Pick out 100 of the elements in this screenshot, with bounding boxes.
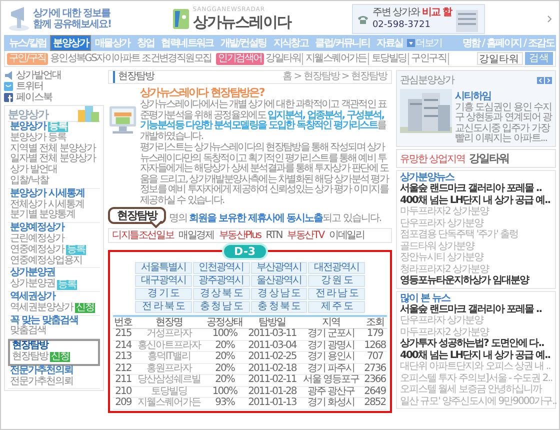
menu-link[interactable]: 상가 발언대 xyxy=(10,165,58,176)
news-link[interactable]: 오피스텔 투자 주의보]서울 - 수도권 2.. xyxy=(400,372,552,384)
table-cell: 경기 용인시 xyxy=(299,352,363,363)
keyword-link[interactable]: 지웰스퀘어가든 xyxy=(305,52,370,64)
news-link[interactable]: 청라프라자2 상가분양 xyxy=(400,264,489,275)
menu-link[interactable]: 연중예정상가 xyxy=(10,244,64,256)
region-button[interactable]: 경 상 북 도 xyxy=(192,288,250,300)
region-button[interactable]: 부산광역시 xyxy=(250,262,308,274)
menu-link[interactable]: 분기별 분양통계 xyxy=(10,210,76,222)
news-link[interactable]: 400채 넘는 LH단지 내 상가 공급 예.. xyxy=(400,350,550,361)
site-link[interactable]: 홍신아트프라자 xyxy=(133,340,204,352)
closing-text: 명의 회원을 보유한 제휴사에 동시노출되고 있습니다. xyxy=(169,213,381,224)
logo-text[interactable]: 상가뉴스레이다 xyxy=(192,13,291,32)
news-link[interactable]: 서울숲 랜드마크 갤러리아 포레몰 .. xyxy=(400,183,542,194)
table-cell: 경기 군포시 xyxy=(299,328,363,340)
job-link[interactable]: 용인성복GS자이아파트 조건변경직원모집 xyxy=(50,52,212,64)
ad-banner[interactable]: 유망한 상업지역 강일타워 xyxy=(396,149,556,168)
callout-tail-icon xyxy=(150,221,162,228)
site-link[interactable]: 홍원프라자 xyxy=(133,363,204,374)
news-link[interactable]: 영등포뉴타운지하상가 임대분양 xyxy=(400,275,528,286)
listing-link[interactable]: 시티하임 xyxy=(455,89,552,103)
news-link[interactable]: 서울숲 랜드마크 갤러리아 포레몰 .. xyxy=(400,304,542,315)
menu-link[interactable]: 현장탐방 xyxy=(12,352,48,363)
social-link[interactable]: 트위터 xyxy=(4,81,104,92)
table-cell: 100% xyxy=(204,328,246,340)
table-cell: 2011-02-18 xyxy=(245,363,300,374)
nav-tab[interactable]: 분양상가 xyxy=(50,35,91,51)
ad-banner[interactable]: 주변 상가와 비교 할 02-598-3721 xyxy=(352,4,486,34)
menu-link[interactable]: 근린예정상가 xyxy=(10,234,64,245)
partner-logo[interactable]: 부동산TV xyxy=(287,230,324,241)
keyword-link[interactable]: 강일타워 xyxy=(266,52,304,64)
tag: 등록 xyxy=(66,245,86,256)
menu-link[interactable]: 역세권분양상가 xyxy=(10,302,73,314)
section-link[interactable]: 분양예정상가 xyxy=(10,223,64,234)
social-link[interactable]: 상가발언대 xyxy=(4,70,104,81)
table-cell: 2011-01-13 xyxy=(245,398,300,409)
section-link[interactable]: 역세권상가 xyxy=(10,292,55,303)
partner-logo[interactable]: RTN xyxy=(266,230,282,241)
region-button[interactable]: 경 기 도 xyxy=(135,288,192,300)
section-link[interactable]: 분양상가 xyxy=(10,122,46,133)
news-link[interactable]: 골드타워 상가분양 xyxy=(400,240,474,252)
partner-logo[interactable]: 이데일리 xyxy=(328,230,364,241)
region-button[interactable]: 인천광역시 xyxy=(192,262,250,274)
news-link[interactable]: 단우프라자 상가분양 xyxy=(400,218,484,229)
region-button[interactable]: 제 주 도 xyxy=(308,301,365,313)
region-button[interactable]: 전 라 북 도 xyxy=(135,301,192,313)
section-link[interactable]: 전문가추천의뢰 xyxy=(10,366,73,377)
region-button[interactable]: 대전광역시 xyxy=(308,262,365,274)
menu-link[interactable]: 지역별 전체 분양상가 xyxy=(10,144,96,154)
site-link[interactable]: 당산삼성쉐르빌 xyxy=(133,374,204,386)
menu-link[interactable]: 입찰/낙찰 xyxy=(10,176,48,187)
news-link[interactable]: 장안뉴시티 상가분양 xyxy=(400,252,484,264)
section-link[interactable]: 꼭 맞는 맞춤검색 xyxy=(10,316,78,326)
search-field[interactable]: 강일타워 xyxy=(477,52,523,65)
phone-number: 02-598-3721 xyxy=(372,19,432,31)
partner-logo[interactable]: 매일경제 xyxy=(178,230,214,241)
news-link[interactable]: 오피스텔 월세 보증금 안녕하십니까 xyxy=(400,384,542,396)
menu-link[interactable]: 전문가추천의뢰 xyxy=(10,376,73,388)
site-link[interactable]: 흥덕IT밸리 xyxy=(133,352,204,363)
region-button[interactable]: 서울특별시 xyxy=(135,262,192,274)
menu-link[interactable]: 맞춤검색 xyxy=(10,326,46,338)
section-link[interactable]: 현장탐방 xyxy=(12,341,48,352)
table-cell: 214 xyxy=(113,340,134,352)
search-button[interactable]: 검색 xyxy=(525,52,553,65)
news-link[interactable]: 마두프라자2 상가분양 xyxy=(400,326,489,338)
menu-link[interactable]: 연중예정상업용지 xyxy=(10,256,82,266)
region-button[interactable]: 경 상 남 도 xyxy=(250,288,308,300)
section-link[interactable]: 분양상가 시세통계 xyxy=(10,188,84,200)
region-button[interactable]: 충 청 남 도 xyxy=(192,301,250,313)
menu-link[interactable]: 일자별 전체 분양상가 xyxy=(10,154,96,166)
news-link[interactable]: 400채 넘는 LH단지 내 상가 공급 예.. xyxy=(400,194,550,206)
chevron-right-icon[interactable] xyxy=(547,15,552,23)
news-link[interactable]: 일산 규모' 양주신도시에 9만9000가구.. xyxy=(400,396,556,407)
menu-link[interactable]: 상가분양권 xyxy=(10,279,55,290)
chevron-left-icon[interactable] xyxy=(537,76,544,84)
news-link[interactable]: 상가투자 성공하는법? 도면안에 다.. xyxy=(400,338,544,350)
site-link[interactable]: 지웰스퀘어가든 xyxy=(133,398,204,409)
region-button[interactable]: 광주광역시 xyxy=(192,275,250,287)
region-button[interactable]: 강 원 도 xyxy=(308,275,365,287)
news-link[interactable]: 마두프라자2 상가분양 xyxy=(400,206,489,218)
news-link[interactable]: 점포겸용 단독주택 '주가' 출렁 xyxy=(400,229,518,240)
keyword-link[interactable]: 토당빌딩 xyxy=(371,52,410,64)
menu-link[interactable]: 전체상가 시세통계 xyxy=(10,200,84,210)
news-link[interactable]: 단우프라자 상가분양 xyxy=(400,315,484,326)
section-link[interactable]: 상가분양권 xyxy=(10,268,55,280)
chevron-right-icon[interactable] xyxy=(545,76,552,84)
region-button[interactable]: 대구광역시 xyxy=(135,275,192,287)
menu-link[interactable]: 분양상가 등록 xyxy=(10,132,66,144)
popular-tag: 인기검색어 xyxy=(216,52,264,64)
region-button[interactable]: 울산광역시 xyxy=(250,275,308,287)
keyword-link[interactable]: 구인구직 xyxy=(411,52,450,64)
partner-logo[interactable]: 부동산Plus xyxy=(218,230,261,241)
partner-logo[interactable]: 디지틀조선일보 xyxy=(112,230,174,241)
news-link[interactable]: 대단위 아파트단지와 오피스 상권 내 .. xyxy=(400,361,550,372)
site-link[interactable]: 토당빌딩 xyxy=(133,386,204,398)
region-button[interactable]: 충 청 북 도 xyxy=(250,301,308,313)
site-link[interactable]: 거성프라자 xyxy=(133,328,204,340)
social-link[interactable]: 페이스북 xyxy=(4,92,104,103)
table-cell: 경기 광명시 xyxy=(299,340,363,352)
region-button[interactable]: 전 라 남 도 xyxy=(308,288,365,300)
